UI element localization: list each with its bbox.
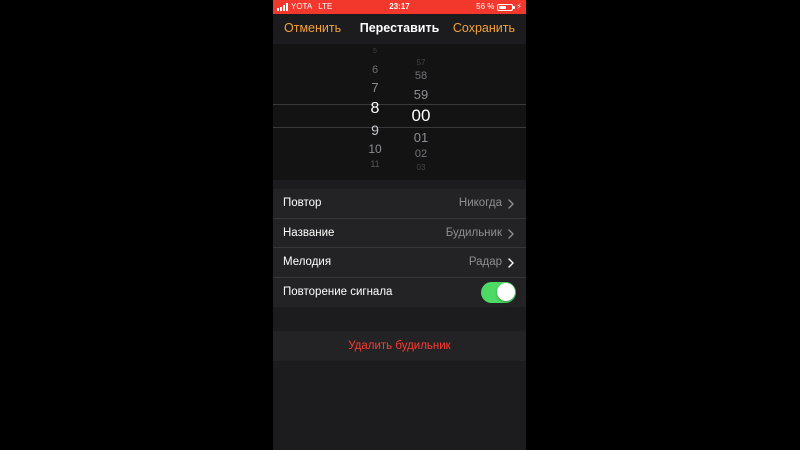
minute-wheel[interactable]: 57 58 59 00 01 02 03 (401, 44, 441, 180)
hour-option[interactable]: 6 (355, 64, 395, 76)
minute-option[interactable]: 03 (401, 163, 441, 172)
navigation-bar: Отменить Переставить Сохранить (273, 14, 526, 44)
repeat-label: Повтор (283, 197, 322, 209)
hour-wheel[interactable]: 5 6 7 8 9 10 11 (355, 44, 395, 180)
chevron-right-icon (508, 258, 514, 268)
minute-option[interactable]: 57 (401, 58, 441, 67)
screen: YOTA LTE 23:17 56 % ⚡ Отменить Перестави… (0, 0, 800, 450)
status-right: 56 % ⚡ (476, 0, 522, 14)
sound-row[interactable]: Мелодия Радар (273, 248, 526, 278)
hour-option[interactable]: 10 (355, 142, 395, 156)
alarm-settings-list: Повтор Никогда Название Будильник Мелоди… (273, 189, 526, 307)
minute-option[interactable]: 02 (401, 148, 441, 160)
toggle-knob (496, 283, 515, 301)
chevron-right-icon (508, 228, 514, 239)
minute-option[interactable]: 01 (401, 130, 441, 145)
repeat-value: Никогда (458, 197, 502, 209)
picker-selection-bottom-line (273, 127, 526, 128)
hour-option[interactable]: 9 (355, 122, 395, 138)
sound-value: Радар (468, 256, 502, 268)
minute-option[interactable]: 59 (401, 87, 441, 102)
battery-percent: 56 % (476, 2, 495, 11)
selected-hour[interactable]: 8 (355, 100, 395, 118)
battery-icon (497, 3, 516, 11)
chevron-right-icon (508, 199, 514, 209)
name-value: Будильник (445, 226, 502, 239)
save-button[interactable]: Сохранить (453, 21, 515, 35)
minute-option[interactable]: 58 (401, 70, 441, 82)
status-bar: YOTA LTE 23:17 56 % ⚡ (273, 0, 526, 14)
hour-option[interactable]: 5 (355, 48, 395, 55)
hour-option[interactable]: 11 (355, 159, 395, 169)
hour-option[interactable]: 7 (355, 80, 395, 95)
picker-selection-top-line (273, 104, 526, 105)
alarm-edit-screen: YOTA LTE 23:17 56 % ⚡ Отменить Перестави… (273, 0, 526, 450)
charging-icon: ⚡ (516, 2, 522, 11)
sound-label: Мелодия (283, 256, 332, 268)
snooze-label: Повторение сигнала (283, 285, 393, 298)
name-label: Название (283, 226, 335, 239)
repeat-row[interactable]: Повтор Никогда (273, 189, 526, 219)
battery-fill (499, 5, 507, 9)
delete-alarm-label: Удалить будильник (348, 340, 451, 352)
delete-alarm-button[interactable]: Удалить будильник (273, 331, 526, 361)
time-picker[interactable]: 5 6 7 8 9 10 11 57 58 59 00 01 02 03 (273, 44, 526, 180)
snooze-toggle[interactable] (481, 281, 516, 303)
selected-minute[interactable]: 00 (401, 106, 441, 126)
cancel-button[interactable]: Отменить (284, 21, 341, 35)
name-row[interactable]: Название Будильник (273, 219, 526, 248)
snooze-row: Повторение сигнала (273, 278, 526, 308)
